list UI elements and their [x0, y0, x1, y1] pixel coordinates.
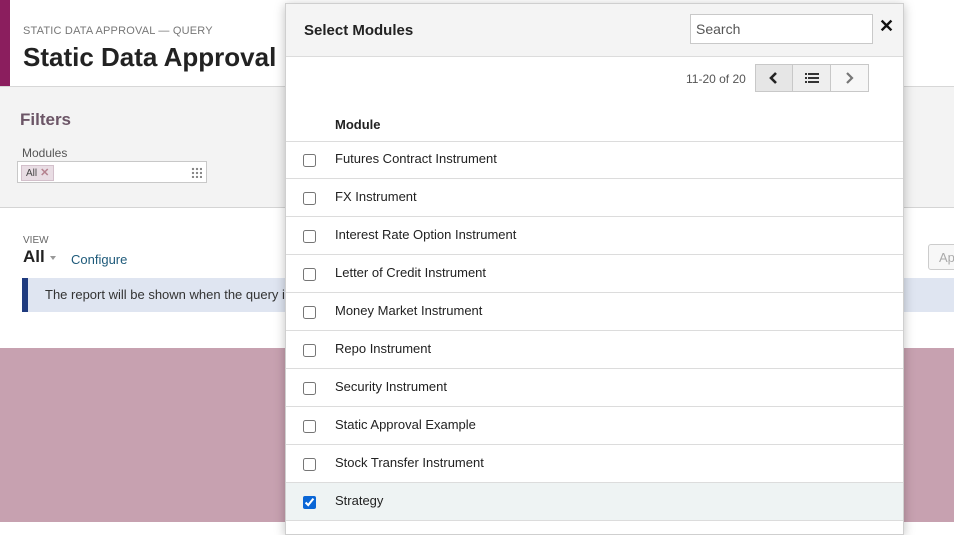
- configure-link[interactable]: Configure: [71, 252, 127, 267]
- grid-icon[interactable]: [191, 167, 202, 178]
- pager-text: 11-20 of 20: [686, 72, 746, 86]
- row-label: Strategy: [335, 493, 384, 508]
- report-note-text: The report will be shown when the query …: [45, 287, 318, 302]
- modules-field[interactable]: All ✕: [17, 161, 207, 183]
- row-checkbox[interactable]: [303, 382, 316, 395]
- row-checkbox[interactable]: [303, 496, 316, 509]
- search-input[interactable]: [690, 14, 873, 44]
- dialog-header: Select Modules ✕: [286, 4, 903, 57]
- table-row[interactable]: Letter of Credit Instrument: [286, 255, 903, 293]
- table-row[interactable]: Futures Contract Instrument: [286, 141, 903, 179]
- table-row[interactable]: Interest Rate Option Instrument: [286, 217, 903, 255]
- table-row[interactable]: Money Market Instrument: [286, 293, 903, 331]
- modules-label: Modules: [22, 146, 68, 160]
- row-label: Security Instrument: [335, 379, 447, 394]
- row-label: Stock Transfer Instrument: [335, 455, 484, 470]
- table-row[interactable]: FX Instrument: [286, 179, 903, 217]
- table-row[interactable]: Strategy: [286, 483, 903, 521]
- chevron-right-icon[interactable]: [830, 65, 869, 91]
- row-label: Interest Rate Option Instrument: [335, 227, 517, 242]
- row-label: Static Approval Example: [335, 417, 476, 432]
- chip-label: All: [26, 168, 38, 179]
- modules-chip: All ✕: [21, 165, 55, 181]
- row-checkbox[interactable]: [303, 230, 316, 243]
- table-row[interactable]: Repo Instrument: [286, 331, 903, 369]
- view-selector[interactable]: All: [23, 247, 45, 267]
- row-label: Letter of Credit Instrument: [335, 265, 487, 280]
- row-checkbox[interactable]: [303, 192, 316, 205]
- row-checkbox[interactable]: [303, 154, 316, 167]
- caret-down-icon[interactable]: [50, 256, 56, 260]
- table-row[interactable]: Stock Transfer Instrument: [286, 445, 903, 483]
- table-row[interactable]: Static Approval Example: [286, 407, 903, 445]
- brand-bar: [0, 0, 10, 86]
- page-title: Static Data Approval: [23, 42, 277, 72]
- row-checkbox[interactable]: [303, 458, 316, 471]
- remove-chip-icon[interactable]: ✕: [40, 167, 49, 179]
- chevron-left-icon[interactable]: [756, 65, 794, 91]
- column-header-module: Module: [335, 117, 381, 132]
- select-modules-dialog: Select Modules ✕ 11-20 of 20 Module Futu…: [285, 3, 904, 535]
- row-checkbox[interactable]: [303, 344, 316, 357]
- breadcrumb: STATIC DATA APPROVAL — QUERY: [23, 25, 213, 37]
- row-checkbox[interactable]: [303, 268, 316, 281]
- row-checkbox[interactable]: [303, 306, 316, 319]
- filters-title: Filters: [20, 110, 72, 129]
- row-label: FX Instrument: [335, 189, 417, 204]
- table-row[interactable]: Security Instrument: [286, 369, 903, 407]
- view-label: VIEW: [23, 235, 49, 246]
- row-checkbox[interactable]: [303, 420, 316, 433]
- close-icon[interactable]: ✕: [879, 17, 894, 35]
- row-label: Futures Contract Instrument: [335, 151, 497, 166]
- row-label: Repo Instrument: [335, 341, 432, 356]
- apply-button[interactable]: Ap: [928, 244, 954, 270]
- module-list: Futures Contract Instrument FX Instrumen…: [286, 141, 903, 521]
- dialog-title: Select Modules: [304, 22, 414, 39]
- row-label: Money Market Instrument: [335, 303, 483, 318]
- list-icon[interactable]: [793, 65, 831, 91]
- pager: [755, 64, 869, 92]
